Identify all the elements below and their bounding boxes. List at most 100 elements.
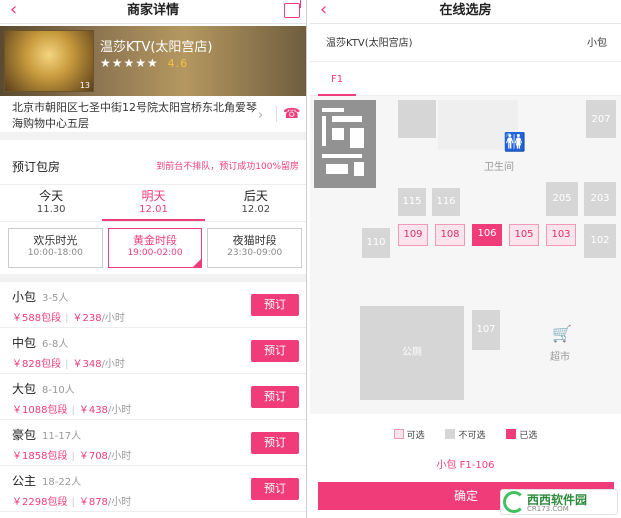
store-photo[interactable]: 13 <box>4 30 94 92</box>
selected-room-text: 小包 F1-106 <box>436 460 495 471</box>
day-date: 11.30 <box>36 204 66 215</box>
back-arrow-icon[interactable]: ‹ <box>10 0 17 20</box>
map-park: 公厕 <box>360 306 464 400</box>
page-title: 在线选房 <box>439 3 492 18</box>
booking-header: 预订包房 到前台不排队，预订成功100%留房 <box>0 152 306 182</box>
store-address: 北京市朝阳区七圣中街12号院太阳宫桥东北角爱琴海购物中心五层 <box>12 101 257 130</box>
package-price: ￥2298包段 <box>12 497 68 508</box>
day-date: 12.01 <box>139 204 168 215</box>
map-block <box>398 100 436 138</box>
slot-name: 黄金时段 <box>133 234 177 247</box>
price-unit: /小时 <box>101 359 125 370</box>
package-price: ￥1088包段 <box>12 405 68 416</box>
chevron-right-icon: › <box>258 108 264 123</box>
room-106[interactable]: 106 <box>472 224 502 246</box>
room-102: 102 <box>584 224 616 258</box>
tab-tomorrow[interactable]: 明天 12.01 <box>102 185 205 221</box>
book-button[interactable]: 预订 <box>251 386 299 408</box>
page-title: 商家详情 <box>126 3 179 18</box>
address-row[interactable]: 北京市朝阳区七圣中街12号院太阳宫桥东北角爱琴海购物中心五层 › ☎ <box>0 96 306 140</box>
hourly-price: ￥348 <box>72 359 102 370</box>
nav-bar: ‹ 在线选房 <box>310 0 621 24</box>
slot-name: 夜猫时段 <box>232 234 277 247</box>
tab-today[interactable]: 今天 11.30 <box>0 185 102 221</box>
package-price: ￥828包段 <box>12 359 62 370</box>
slot-happy-hour[interactable]: 欢乐时光 10:00-18:00 <box>8 228 103 268</box>
watermark-url: CR173.COM <box>527 505 569 513</box>
room-115: 115 <box>398 188 426 216</box>
price-unit: /小时 <box>101 313 125 324</box>
floor-tabs: F1 <box>310 62 621 96</box>
room-205: 205 <box>546 182 578 216</box>
legend-available: 可选 <box>406 431 425 441</box>
tab-day-after[interactable]: 后天 12.02 <box>205 185 306 221</box>
watermark-logo-icon <box>503 491 525 513</box>
room-size: 小包 <box>587 38 607 49</box>
legend-unavailable: 不可选 <box>458 431 486 441</box>
room-name: 中包 <box>12 336 37 350</box>
book-button[interactable]: 预订 <box>251 432 299 454</box>
room-name: 豪包 <box>12 428 37 442</box>
list-item: 大包 8-10人 ￥1088包段 | ￥438/小时 预订 <box>0 374 306 420</box>
list-item: 中包 6-8人 ￥828包段 | ￥348/小时 预订 <box>0 328 306 374</box>
restroom-label: 卫生间 <box>484 162 514 173</box>
store-name: 温莎KTV(太阳宫店) <box>100 40 213 55</box>
slot-golden[interactable]: 黄金时段 19:00-02:00 <box>107 228 203 268</box>
share-icon[interactable] <box>284 3 300 18</box>
book-button[interactable]: 预订 <box>251 294 299 316</box>
restroom-icon: 🚻 <box>503 132 527 153</box>
slot-hours: 10:00-18:00 <box>27 248 83 258</box>
store-rating: ★★★★★ 4.6 <box>100 56 188 70</box>
room-107: 107 <box>472 310 500 350</box>
room-capacity: 3-5人 <box>42 293 69 304</box>
booking-slogan: 到前台不排队，预订成功100%留房 <box>156 162 299 172</box>
room-203: 203 <box>584 182 616 216</box>
floor-map[interactable]: 207 🚻 卫生间 115 116 205 203 110 109 108 10… <box>310 96 621 414</box>
store-banner: 13 温莎KTV(太阳宫店) ★★★★★ 4.6 <box>0 26 306 96</box>
map-legend: 可选 不可选 已选 <box>310 428 621 448</box>
room-capacity: 6-8人 <box>42 339 69 350</box>
available-swatch <box>393 429 404 439</box>
day-label: 后天 <box>243 189 268 203</box>
shopping-cart-icon: 🛒 <box>552 324 572 343</box>
room-103[interactable]: 103 <box>546 224 576 246</box>
slot-night-owl[interactable]: 夜猫时段 23:30-09:00 <box>207 228 303 268</box>
room-name: 小包 <box>12 290 37 304</box>
tab-floor-f1[interactable]: F1 <box>318 68 356 96</box>
nav-bar: ‹ 商家详情 <box>0 0 306 24</box>
minimap[interactable] <box>314 100 376 188</box>
market-label: 超市 <box>550 352 570 363</box>
book-button[interactable]: 预订 <box>251 478 299 500</box>
hourly-price: ￥878 <box>78 497 108 508</box>
day-label: 今天 <box>39 189 64 203</box>
unavailable-swatch <box>445 429 456 439</box>
room-select-pane: ‹ 在线选房 温莎KTV(太阳宫店) 小包 F1 207 🚻 卫生间 115 1… <box>310 0 621 518</box>
slot-name: 欢乐时光 <box>33 234 78 247</box>
list-item: 公主 18-22人 ￥2298包段 | ￥878/小时 预订 <box>0 466 306 512</box>
room-capacity: 18-22人 <box>42 477 82 488</box>
store-info-row: 温莎KTV(太阳宫店) 小包 <box>310 26 621 62</box>
time-slots: 欢乐时光 10:00-18:00 黄金时段 19:00-02:00 夜猫时段 2… <box>8 228 303 268</box>
map-block: 207 <box>586 100 616 138</box>
price-unit: /小时 <box>107 451 132 462</box>
day-date: 12.02 <box>241 204 271 215</box>
back-arrow-icon[interactable]: ‹ <box>320 0 327 20</box>
room-105[interactable]: 105 <box>509 224 539 246</box>
room-108[interactable]: 108 <box>435 224 465 246</box>
slot-hours: 23:30-09:00 <box>227 248 283 258</box>
slot-hours: 19:00-02:00 <box>127 248 183 258</box>
room-name: 大包 <box>12 382 37 396</box>
price-unit: /小时 <box>107 405 132 416</box>
room-109[interactable]: 109 <box>398 224 428 246</box>
phone-icon[interactable]: ☎ <box>276 106 300 122</box>
room-capacity: 11-17人 <box>42 431 82 442</box>
package-price: ￥1858包段 <box>12 451 68 462</box>
photo-count: 13 <box>79 81 90 90</box>
store-score: 4.6 <box>167 57 189 70</box>
day-tabs: 今天 11.30 明天 12.01 后天 12.02 <box>0 184 306 222</box>
list-item: 豪包 11-17人 ￥1858包段 | ￥708/小时 预订 <box>0 420 306 466</box>
hourly-price: ￥238 <box>72 313 102 324</box>
room-110: 110 <box>362 228 390 258</box>
book-button[interactable]: 预订 <box>251 340 299 362</box>
room-list: 小包 3-5人 ￥588包段 | ￥238/小时 预订 中包 6-8人 ￥828包段 | ￥… <box>0 274 306 512</box>
